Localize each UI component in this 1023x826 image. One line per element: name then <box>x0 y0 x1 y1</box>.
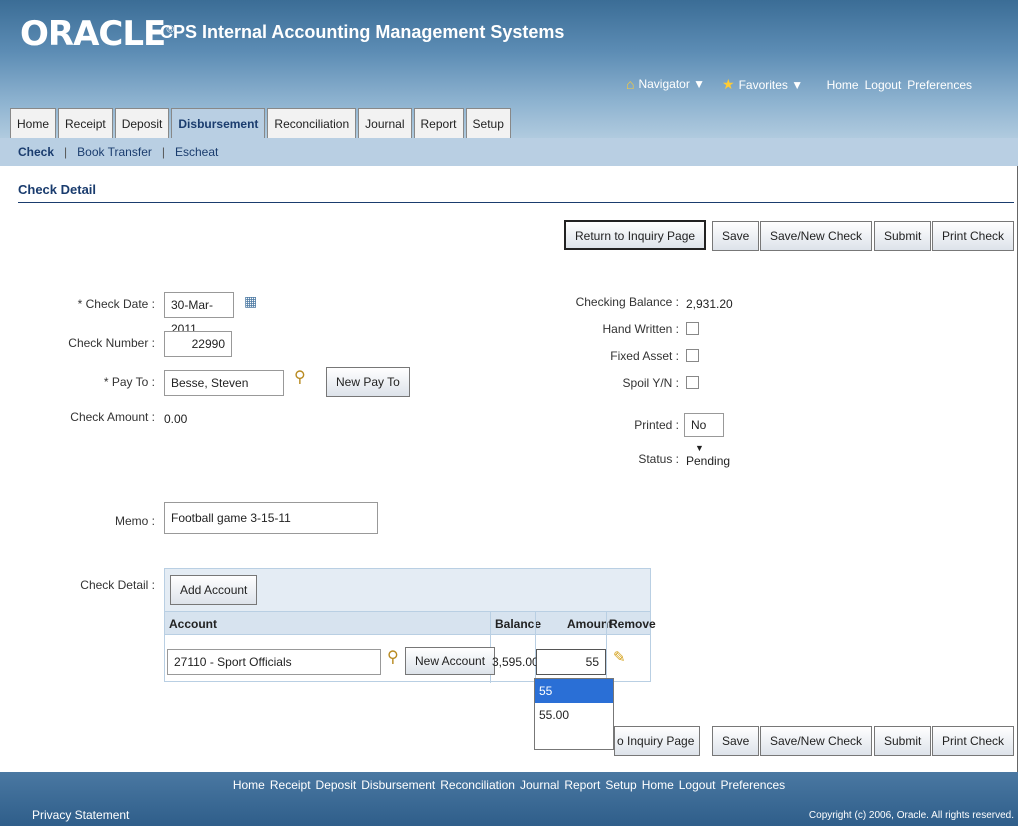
search-icon[interactable]: ⚲ <box>294 370 306 386</box>
check-date-input[interactable]: 30-Mar-2011 <box>164 292 234 336</box>
footer-link-logout[interactable]: Logout <box>679 778 716 792</box>
status-value: Pending <box>686 454 731 468</box>
navigator-icon: ⌂ <box>626 76 635 92</box>
return-to-inquiry-button-bottom[interactable]: o Inquiry Page <box>614 726 700 756</box>
check-amount-label: Check Amount : <box>70 410 155 424</box>
subtab-check[interactable]: Check <box>18 145 54 159</box>
amount-autocomplete: 55 55.00 <box>534 678 614 750</box>
dropdown-arrow-icon: ▼ <box>695 443 704 453</box>
tab-reconciliation[interactable]: Reconciliation <box>267 108 357 138</box>
navigator-menu[interactable]: ⌂ Navigator ▼ <box>626 76 705 92</box>
tab-disbursement[interactable]: Disbursement <box>171 108 266 138</box>
footer-link-journal[interactable]: Journal <box>520 778 559 792</box>
subtab-escheat[interactable]: Escheat <box>175 145 218 159</box>
footer-link-deposit[interactable]: Deposit <box>316 778 357 792</box>
footer-link-preferences[interactable]: Preferences <box>720 778 785 792</box>
favorites-menu[interactable]: ★ Favorites ▼ <box>722 76 803 93</box>
spoil-label: Spoil Y/N : <box>622 376 679 390</box>
pay-to-label: * Pay To : <box>103 375 155 389</box>
tab-setup[interactable]: Setup <box>465 108 511 138</box>
calendar-icon[interactable]: ▦ <box>244 294 257 308</box>
footer-link-disbursement[interactable]: Disbursement <box>361 778 435 792</box>
add-account-button[interactable]: Add Account <box>170 575 258 605</box>
subtab-separator: | <box>64 145 68 159</box>
header-remove: Remove <box>609 617 656 631</box>
footer: Home Receipt Deposit Disbursement Reconc… <box>0 772 1018 826</box>
footer-link-home[interactable]: Home <box>233 778 265 792</box>
subtab-book-transfer[interactable]: Book Transfer <box>77 145 152 159</box>
footer-link-setup[interactable]: Setup <box>605 778 636 792</box>
hand-written-label: Hand Written : <box>602 322 679 336</box>
check-number-label: Check Number : <box>68 336 155 350</box>
save-new-check-button[interactable]: Save/New Check <box>760 221 873 251</box>
column-divider <box>606 611 607 683</box>
printed-select[interactable]: No ▼ <box>684 413 724 453</box>
submit-button-bottom[interactable]: Submit <box>874 726 932 756</box>
main-tabs: Home Receipt Deposit Disbursement Reconc… <box>10 108 511 138</box>
print-check-button-bottom[interactable]: Print Check <box>932 726 1015 756</box>
hand-written-checkbox[interactable] <box>686 322 699 335</box>
edit-remove-icon[interactable]: ✎ <box>613 650 626 665</box>
status-label: Status : <box>638 452 679 466</box>
header-preferences-link[interactable]: Preferences <box>907 78 972 92</box>
page-title: Check Detail <box>18 182 97 197</box>
printed-label: Printed : <box>634 418 679 432</box>
check-detail-label: Check Detail : <box>80 578 155 592</box>
favorites-icon: ★ <box>722 76 735 92</box>
amount-input[interactable]: 55 <box>536 649 606 675</box>
table-header: Account Balance Amount Remove <box>165 611 656 635</box>
checking-balance-label: Checking Balance : <box>575 295 679 309</box>
footer-link-report[interactable]: Report <box>564 778 600 792</box>
footer-links: Home Receipt Deposit Disbursement Reconc… <box>0 778 1018 792</box>
balance-value: 3,595.00 <box>492 655 539 669</box>
subtabs: Check | Book Transfer | Escheat <box>0 138 1018 166</box>
app-frame: ORACLE® CPS Internal Accounting Manageme… <box>0 0 1018 826</box>
print-check-button[interactable]: Print Check <box>932 221 1015 251</box>
tab-report[interactable]: Report <box>413 108 464 138</box>
check-date-label: * Check Date : <box>77 297 155 311</box>
check-detail-table: Add Account Account Balance Amount Remov… <box>164 568 656 683</box>
memo-label: Memo : <box>114 514 155 528</box>
subtab-separator: | <box>161 145 165 159</box>
check-amount-value: 0.00 <box>164 412 188 426</box>
search-icon[interactable]: ⚲ <box>387 650 399 666</box>
app-title: CPS Internal Accounting Management Syste… <box>160 22 565 42</box>
title-divider <box>18 202 1014 203</box>
check-number-input[interactable]: 22990 <box>164 331 232 357</box>
header-balance: Balance <box>495 617 542 631</box>
checking-balance-value: 2,931.20 <box>686 297 733 311</box>
header-links: Home Logout Preferences <box>827 78 972 92</box>
header-home-link[interactable]: Home <box>827 78 859 92</box>
tab-journal[interactable]: Journal <box>358 108 412 138</box>
header: ORACLE® CPS Internal Accounting Manageme… <box>0 0 1018 146</box>
new-pay-to-button[interactable]: New Pay To <box>326 367 410 397</box>
privacy-statement-link[interactable]: Privacy Statement <box>32 808 129 822</box>
autocomplete-option[interactable]: 55.00 <box>535 703 613 727</box>
return-to-inquiry-button[interactable]: Return to Inquiry Page <box>564 220 707 250</box>
footer-link-receipt[interactable]: Receipt <box>270 778 311 792</box>
tab-deposit[interactable]: Deposit <box>114 108 170 138</box>
footer-link-reconciliation[interactable]: Reconciliation <box>440 778 515 792</box>
tab-receipt[interactable]: Receipt <box>58 108 113 138</box>
save-button-bottom[interactable]: Save <box>712 726 760 756</box>
account-input[interactable]: 27110 - Sport Officials <box>167 649 381 675</box>
new-account-button[interactable]: New Account <box>405 647 496 675</box>
footer-link-home-2[interactable]: Home <box>642 778 674 792</box>
save-button[interactable]: Save <box>712 221 760 251</box>
header-logout-link[interactable]: Logout <box>865 78 902 92</box>
pay-to-input[interactable]: Besse, Steven <box>164 370 284 396</box>
copyright-text: Copyright (c) 2006, Oracle. All rights r… <box>808 810 1014 821</box>
fixed-asset-label: Fixed Asset : <box>610 349 679 363</box>
spoil-checkbox[interactable] <box>686 376 699 389</box>
header-account: Account <box>169 617 217 631</box>
memo-input[interactable]: Football game 3-15-11 <box>164 502 378 534</box>
autocomplete-option[interactable]: 55 <box>535 679 613 703</box>
fixed-asset-checkbox[interactable] <box>686 349 699 362</box>
save-new-check-button-bottom[interactable]: Save/New Check <box>760 726 873 756</box>
oracle-logo: ORACLE® <box>20 14 175 54</box>
submit-button[interactable]: Submit <box>874 221 932 251</box>
tab-home[interactable]: Home <box>10 108 57 138</box>
